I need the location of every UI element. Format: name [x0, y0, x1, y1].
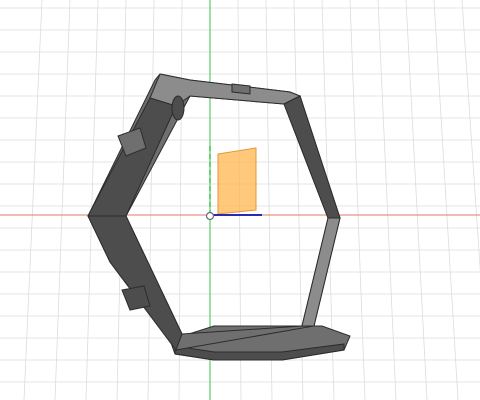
- grid-line-vertical: [461, 0, 480, 273]
- grid-line-vertical: [23, 0, 43, 400]
- frame-right-inner-face: [283, 95, 341, 219]
- grid-line-vertical: [147, 0, 155, 400]
- scene-svg[interactable]: [0, 0, 480, 400]
- frame-left-lower-face: [87, 215, 183, 352]
- grid-line-vertical: [54, 0, 71, 400]
- grid-line-vertical: [349, 0, 366, 400]
- frame-top-face: [149, 73, 302, 107]
- grid-line-vertical: [405, 0, 428, 400]
- canvas-viewport[interactable]: [0, 0, 480, 400]
- pin-nub: [171, 95, 185, 121]
- sketch-plane-highlight[interactable]: [217, 147, 257, 215]
- grid-line-vertical: [433, 0, 459, 400]
- top-tab: [231, 83, 251, 95]
- origin-point-icon[interactable]: [205, 211, 215, 221]
- hex-frame-model[interactable]: [87, 73, 351, 361]
- grid-line-vertical: [377, 0, 397, 400]
